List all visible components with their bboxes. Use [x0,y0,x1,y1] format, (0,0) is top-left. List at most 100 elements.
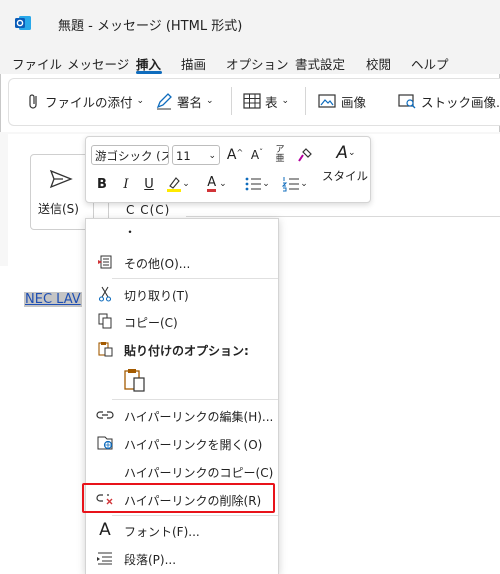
menu-item-copy[interactable]: コピー(C) [86,308,278,334]
styles-icon: A [336,143,349,163]
menu-item-font[interactable]: A フォント(F)... [86,517,278,543]
paste-keep-format-button[interactable] [122,367,150,395]
paragraph-icon [96,549,114,567]
menu-item-label: フォント(F)... [124,525,200,539]
styles-label: スタイル [322,169,368,183]
more-options-icon [96,253,114,271]
signature-button[interactable]: 署名 ⌄ [155,90,214,112]
clipboard-icon [96,340,114,358]
stock-images-label: ストック画像... [421,94,500,110]
menu-item-edit-hyperlink[interactable]: ハイパーリンクの編集(H)... [86,402,278,428]
menu-item-more[interactable]: その他(O)... [86,249,278,275]
grow-font-button[interactable]: A ^ [226,145,244,165]
bullet-list-icon [245,177,262,191]
mini-toolbar: 游ゴシック (ス 11 ⌄ A ^ Aˇ ア亜 A ⌄ スタイル B I U ⌄ … [85,136,371,203]
format-painter-icon [298,148,312,162]
font-name-value: 游ゴシック (ス [95,149,169,163]
open-link-globe-icon [96,434,114,452]
italic-button[interactable]: I [119,175,133,193]
tab-review[interactable]: 校閲 [366,54,391,73]
title-bar: 無題 - メッセージ (HTML 形式) [0,0,500,46]
ribbon-toolbar: ファイルの添付 ⌄ 署名 ⌄ 表 ⌄ 画像 ストック画像... [8,78,500,126]
menu-item-paragraph[interactable]: 段落(P)... [86,545,278,571]
phonetic-guide-button[interactable]: ア亜 [272,145,288,165]
highlight-button[interactable]: ⌄ [164,175,192,193]
attach-file-label: ファイルの添付 [45,94,133,110]
underline-button[interactable]: U [142,175,156,193]
font-color-icon: A [207,175,217,192]
styles-button[interactable]: A ⌄ [330,143,362,163]
bold-button[interactable]: B [95,175,109,193]
menu-item-label: 貼り付けのオプション: [124,344,249,358]
menu-item-label: 段落(P)... [124,553,177,567]
font-size-select[interactable]: 11 ⌄ [172,145,220,165]
menu-item-paste-options: 貼り付けのオプション: [86,336,278,362]
signature-pen-icon [156,93,172,110]
format-painter-button[interactable] [296,145,314,165]
chevron-down-icon: ⌄ [208,151,216,161]
attach-file-button[interactable]: ファイルの添付 ⌄ [27,90,144,112]
tab-format[interactable]: 書式設定 [295,54,345,73]
copy-icon [96,312,114,330]
menu-item-label: 切り取り(T) [124,289,189,303]
font-color-button[interactable]: A ⌄ [202,175,232,193]
shrink-caret-icon: ˇ [259,147,264,157]
annotation-highlight-box [82,483,275,513]
cc-label: C C(C) [126,203,171,217]
font-icon: A [99,520,111,540]
shrink-font-button[interactable]: Aˇ [248,145,266,165]
cc-field-line[interactable] [186,216,500,217]
chevron-down-icon: ⌄ [262,179,270,189]
shrink-font-icon: A [250,148,260,162]
window-title: 無題 - メッセージ (HTML 形式) [58,19,243,34]
numbering-button[interactable]: ⌄ [280,175,310,193]
chevron-down-icon: ⌄ [300,179,308,189]
paste-icon [124,369,145,392]
font-name-select[interactable]: 游ゴシック (ス [91,145,169,165]
menu-item-label: ハイパーリンクの編集(H)... [124,410,274,424]
outlook-logo-icon [15,16,31,30]
highlighter-icon [167,177,182,192]
tab-file[interactable]: ファイル [12,54,62,73]
tab-draw[interactable]: 描画 [181,54,206,73]
signature-label: 署名 [177,94,203,110]
menu-item-label: ハイパーリンクのコピー(C) [124,466,274,480]
chevron-down-icon: ⌄ [136,96,145,106]
font-size-value: 11 [176,149,191,163]
chevron-down-icon: ⌄ [182,179,190,189]
stock-images-button[interactable]: ストック画像... [397,90,500,112]
stock-images-icon [398,94,416,109]
menu-item-copy-hyperlink[interactable]: ハイパーリンクのコピー(C) [86,458,278,484]
menu-separator [112,399,278,400]
image-label: 画像 [341,94,367,110]
bullets-button[interactable]: ⌄ [242,175,272,193]
tab-options[interactable]: オプション [226,54,289,73]
table-label: 表 [265,94,278,110]
context-menu: ・ その他(O)... 切り取り(T) コピー(C) 貼り付けのオプション: ハ… [85,218,279,574]
table-button[interactable]: 表 ⌄ [243,90,289,112]
grow-font-icon: A [226,147,237,163]
tab-message[interactable]: メッセージ [67,54,129,73]
active-tab-indicator [136,71,162,74]
chevron-down-icon: ⌄ [219,179,227,189]
chevron-down-icon: ⌄ [206,96,214,106]
chevron-down-icon: ⌄ [348,148,356,158]
selected-hyperlink[interactable]: NEC LAV [24,292,82,307]
menu-dot-item[interactable]: ・ [124,223,136,240]
send-arrow-icon [49,169,73,189]
grow-caret-icon: ^ [236,147,244,157]
menu-item-cut[interactable]: 切り取り(T) [86,281,278,307]
menu-item-label: その他(O)... [124,257,191,271]
ribbon-separator [231,87,232,115]
menu-item-open-hyperlink[interactable]: ハイパーリンクを開く(O) [86,430,278,456]
send-label: 送信(S) [38,202,79,216]
menu-separator [112,515,278,516]
link-icon [96,406,114,424]
tab-help[interactable]: ヘルプ [411,54,449,73]
numbered-list-icon [282,177,300,192]
paperclip-icon [29,94,37,109]
menu-item-label: コピー(C) [124,316,178,330]
image-button[interactable]: 画像 [317,90,366,112]
ribbon-separator [305,87,306,115]
menu-item-label: ハイパーリンクを開く(O) [124,438,263,452]
